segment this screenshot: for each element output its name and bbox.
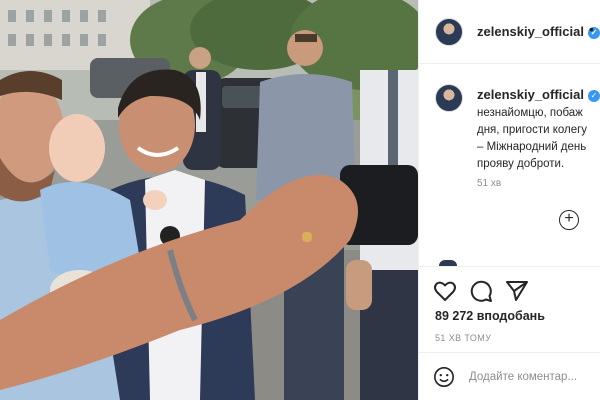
more-options-icon[interactable]: • (589, 21, 594, 37)
likes-count[interactable]: 89 272 вподобань (435, 309, 545, 323)
header-username-text[interactable]: zelenskiy_official (477, 24, 584, 39)
caption-text-4: – Міжнародний день (477, 141, 587, 153)
share-icon[interactable] (505, 279, 529, 303)
post-side-panel: zelenskiy_official ✓ • zelenskiy_official… (418, 0, 600, 400)
selfie-photo-image (0, 0, 418, 400)
add-comment-bar (419, 352, 600, 400)
caption-line-1: zelenskiy_official✓ Ус (477, 86, 600, 105)
header-username[interactable]: zelenskiy_official ✓ (477, 24, 600, 39)
comments-area: zelenskiy_official✓ Ус незнайомцю, побаж… (419, 64, 600, 266)
caption-text-5: прояву доброти. (477, 158, 565, 170)
comment-icon[interactable] (469, 279, 493, 303)
verified-badge-icon: ✓ (587, 90, 600, 102)
caption-text-2: незнайомцю, побаж (477, 107, 583, 119)
post-header: zelenskiy_official ✓ • (419, 0, 600, 64)
heart-icon[interactable] (433, 279, 457, 303)
post-timestamp[interactable]: 51 ХВ ТОМУ (435, 333, 491, 343)
caption-username[interactable]: zelenskiy_official (477, 87, 584, 102)
comment-avatar[interactable] (435, 84, 463, 112)
caption-text-3: дня, пригости колегу (477, 124, 588, 136)
avatar[interactable] (435, 18, 463, 46)
post-actions: 89 272 вподобань 51 ХВ ТОМУ (419, 266, 600, 352)
comment-input[interactable] (469, 367, 600, 387)
emoji-icon[interactable] (433, 366, 455, 388)
post-caption: zelenskiy_official✓ Ус незнайомцю, побаж… (477, 86, 600, 173)
post-photo[interactable] (0, 0, 418, 400)
load-more-comments-icon[interactable]: + (559, 210, 579, 230)
caption-timestamp: 51 хв (477, 178, 502, 189)
